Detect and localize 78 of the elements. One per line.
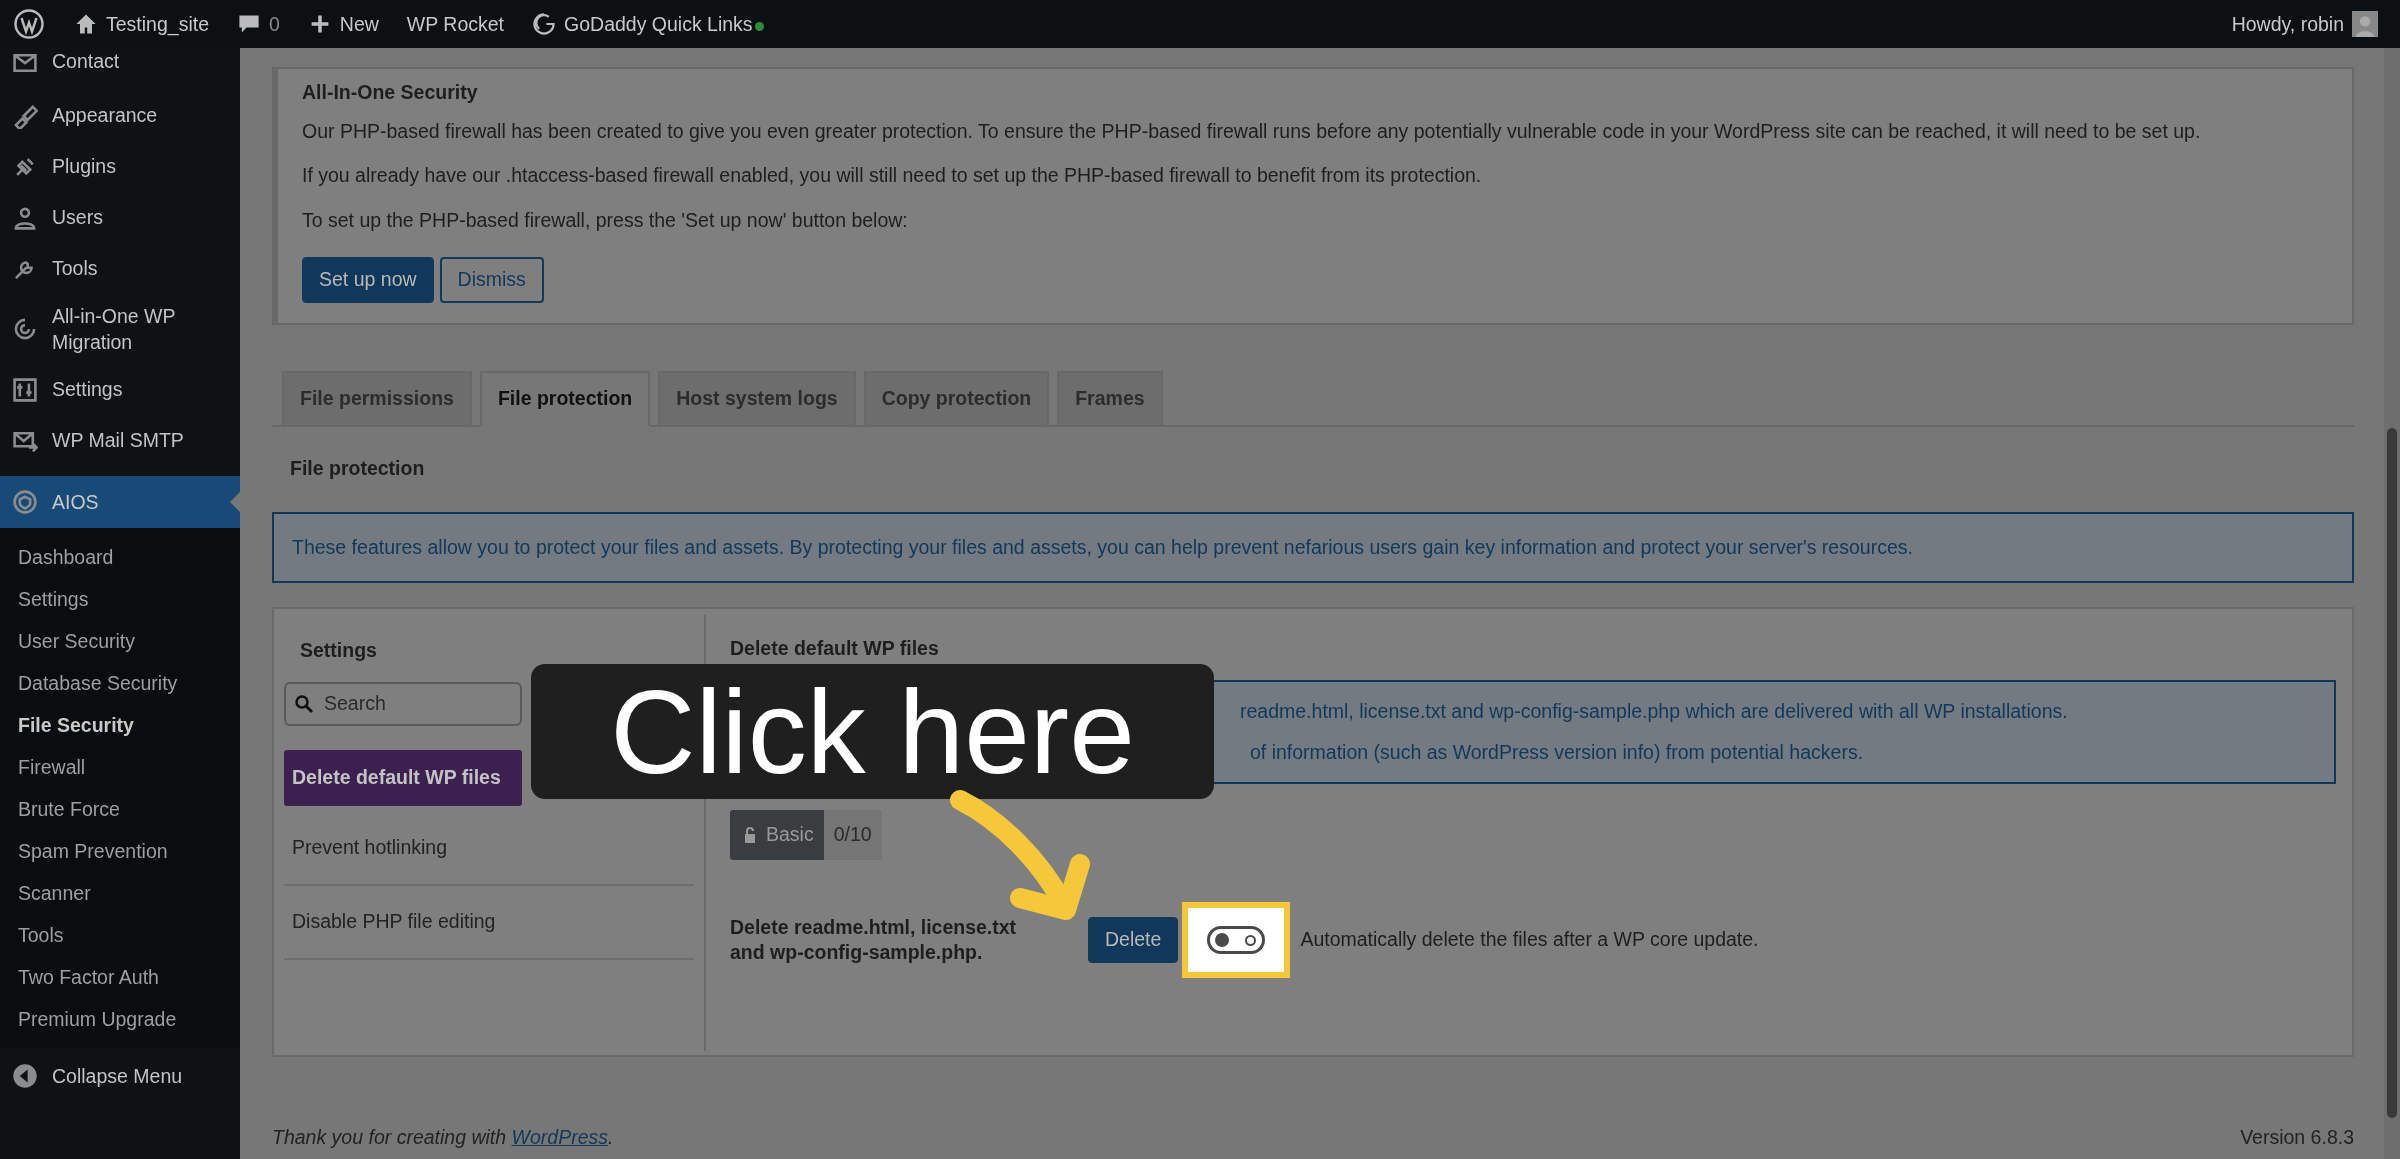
scrollbar[interactable] bbox=[2384, 48, 2400, 1159]
spiral-logo-icon bbox=[532, 12, 557, 36]
submenu-item[interactable]: Tools bbox=[0, 914, 240, 956]
comment-count: 0 bbox=[269, 12, 280, 36]
version-text: Version 6.8.3 bbox=[2240, 1126, 2354, 1149]
menu-link[interactable]: WP Rocket bbox=[394, 12, 517, 36]
menu-label: WP Mail SMTP bbox=[52, 429, 184, 452]
submenu-item[interactable]: Settings bbox=[0, 578, 240, 620]
feature-title: Delete default WP files bbox=[730, 636, 940, 660]
tab[interactable]: File protection bbox=[479, 370, 651, 427]
feature-nav-link[interactable]: Delete default WP files bbox=[284, 749, 522, 806]
toggle-switch[interactable] bbox=[1207, 925, 1266, 954]
panel-heading: Settings bbox=[300, 638, 378, 662]
new-label: New bbox=[339, 12, 379, 36]
quick-links-label: GoDaddy Quick Links bbox=[564, 12, 753, 36]
menu-item[interactable]: Plugins bbox=[0, 141, 240, 192]
menu-icon bbox=[12, 102, 38, 129]
section-title: File protection bbox=[290, 456, 426, 480]
notice-text: If you already have our .htaccess-based firewall enabled, you will still need to set up the PHP-based firewall to benefit from its protection. bbox=[302, 163, 1483, 189]
home-icon bbox=[74, 12, 98, 36]
collapse-label: Collapse Menu bbox=[52, 1064, 183, 1088]
menu-item[interactable]: Users bbox=[0, 192, 240, 243]
info-text: These features allow you to protect your files and assets. By protecting your files and assets, you can help prevent nefarious users gain key information and protect your server's resources. bbox=[292, 535, 1913, 558]
user-menu[interactable]: Howdy, robin bbox=[2219, 11, 2390, 37]
comments-link[interactable]: 0 bbox=[225, 12, 292, 36]
submenu-item[interactable]: Database Security bbox=[0, 662, 240, 704]
collapse-icon bbox=[12, 1063, 38, 1089]
submenu-item[interactable]: Dashboard bbox=[0, 536, 240, 578]
menu-icon bbox=[12, 316, 38, 342]
quick-links-link[interactable]: GoDaddy Quick Links bbox=[520, 12, 776, 36]
menu-label: Appearance bbox=[52, 104, 158, 127]
set-up-button[interactable]: Set up now bbox=[302, 256, 434, 303]
submenu-item[interactable]: Premium Upgrade bbox=[0, 998, 240, 1040]
callout-text: Click here bbox=[610, 664, 1135, 800]
submenu-item[interactable]: Scanner bbox=[0, 872, 240, 914]
submenu-item[interactable]: Brute Force bbox=[0, 788, 240, 830]
wordpress-logo-icon[interactable] bbox=[14, 9, 44, 39]
menu-label: Settings bbox=[52, 378, 123, 401]
menu-item[interactable]: AIOS bbox=[0, 476, 240, 528]
submenu-item[interactable]: File Security bbox=[0, 704, 240, 746]
submenu-item[interactable]: Two Factor Auth bbox=[0, 956, 240, 998]
feature-info-text: readme.html, license.txt and wp-config-sample.php which are delivered with all WP installations. bbox=[1240, 699, 2069, 723]
site-link[interactable]: Testing_site bbox=[62, 12, 221, 36]
feature-nav-link[interactable]: Disable PHP file editing bbox=[284, 885, 694, 960]
notice-text: To set up the PHP-based firewall, press the 'Set up now' button below: bbox=[302, 207, 909, 233]
search-icon bbox=[294, 693, 314, 714]
menu-label: AIOS bbox=[52, 490, 99, 514]
action-label: Delete readme.html, license.txt and wp-config-sample.php. bbox=[730, 914, 1018, 965]
feature-info-text: of information (such as WordPress version info) from potential hackers. bbox=[1250, 740, 1865, 764]
toggle-label: Automatically delete the files after a WP core update. bbox=[1300, 928, 1759, 952]
menu-label: Plugins bbox=[52, 155, 116, 178]
submenu-item[interactable]: User Security bbox=[0, 620, 240, 662]
delete-button[interactable]: Delete bbox=[1088, 916, 1179, 963]
menu-item[interactable]: Contact bbox=[0, 48, 240, 90]
notice-text: Our PHP-based firewall has been created to give you even greater protection. To ensure the PHP-based firewall runs before any potentially vulnerable code in your WordPress site can be reached, it will need to be set up. bbox=[302, 119, 2202, 144]
avatar-icon bbox=[2352, 11, 2378, 37]
menu-item[interactable]: Tools bbox=[0, 243, 240, 294]
menu-item[interactable]: Appearance bbox=[0, 90, 240, 141]
footer-text: Thank you for creating with WordPress. bbox=[272, 1126, 614, 1149]
search-field[interactable]: Search bbox=[284, 681, 522, 726]
submenu-item[interactable]: Firewall bbox=[0, 746, 240, 788]
menu-icon bbox=[12, 489, 38, 515]
menu-label: Tools bbox=[52, 257, 98, 280]
submenu-item[interactable]: Spam Prevention bbox=[0, 830, 240, 872]
score-badge: 0/10 bbox=[823, 809, 882, 860]
menu-label: Users bbox=[52, 206, 103, 229]
menu-item[interactable]: WP Mail SMTP bbox=[0, 415, 240, 466]
menu-item[interactable]: Settings bbox=[0, 364, 240, 415]
site-name: Testing_site bbox=[106, 12, 209, 36]
greeting: Howdy, robin bbox=[2231, 12, 2344, 36]
menu-label: Contact bbox=[52, 50, 120, 73]
new-link[interactable]: New bbox=[295, 12, 391, 36]
badge-label: Basic bbox=[766, 823, 814, 847]
menu-label: All-in-One WP Migration bbox=[52, 303, 177, 355]
notice-title: All-In-One Security bbox=[302, 81, 479, 104]
menu-icon bbox=[12, 376, 38, 403]
feature-nav-link[interactable]: Prevent hotlinking bbox=[284, 811, 694, 886]
menu-item[interactable]: All-in-One WP Migration bbox=[0, 294, 240, 364]
